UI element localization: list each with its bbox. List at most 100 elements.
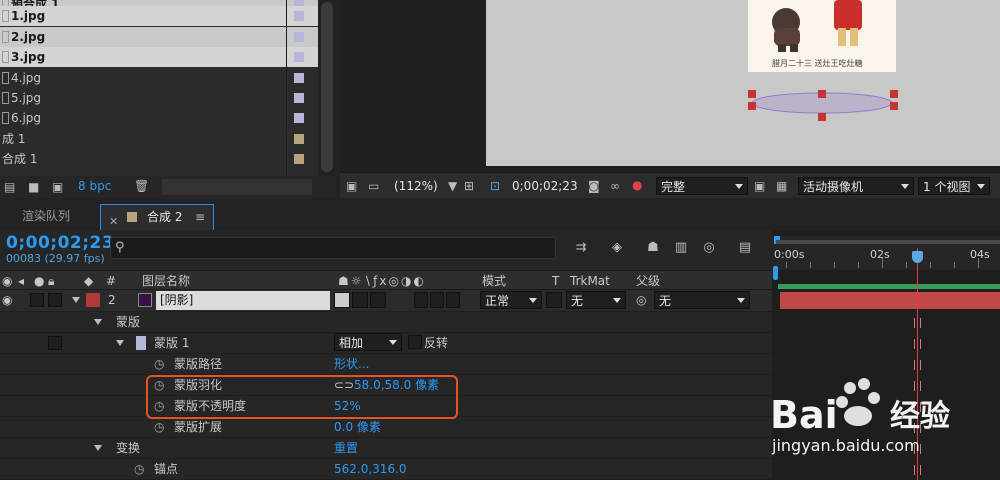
panel-menu-icon[interactable]: ≡ [195,205,205,229]
pickwhip-icon[interactable]: ◎ [636,293,646,308]
effect-switch[interactable] [414,292,428,308]
label-swatch[interactable] [294,73,304,83]
folder-icon[interactable]: ■ [28,180,39,194]
shy-layers-icon[interactable]: ☗ [644,240,662,256]
comp-flowchart-icon[interactable]: ⇉ [572,240,590,256]
eye-icon[interactable]: ◉ [2,293,12,308]
camera-icon[interactable]: ◙ [588,179,600,193]
mask-expansion-value[interactable]: 0.0 像素 [334,420,381,435]
new-comp-icon[interactable]: ▣ [52,180,63,194]
zoom-value[interactable]: (112%) [394,177,438,195]
shy-switch[interactable] [334,292,350,308]
invert-checkbox[interactable] [408,335,422,349]
audio-icon[interactable]: ◂ [18,273,24,289]
3d-switch[interactable] [446,292,460,308]
transform-row[interactable]: 变换 重置 [0,438,772,459]
graph-editor-icon[interactable]: ▤ [736,240,754,256]
label-swatch[interactable] [294,113,304,123]
project-item[interactable]: 6.jpg [0,108,318,128]
always-preview-icon[interactable]: ▣ [346,179,357,193]
timeline-search-input[interactable]: ⚲ [110,237,556,259]
project-item[interactable]: 合成 1 [0,149,318,169]
quality-switch[interactable] [370,292,386,308]
mask-vertex[interactable] [748,102,756,110]
frame-blending-icon[interactable]: ▥ [672,240,690,256]
stopwatch-icon[interactable]: ◷ [134,462,144,477]
viewer-timecode[interactable]: 0;00;02;23 [512,177,578,195]
expand-toggle[interactable] [94,445,102,451]
project-item[interactable]: 2.jpg [0,27,318,47]
project-item[interactable]: 4.jpg [0,68,318,88]
anchor-point-value[interactable]: 562.0,316.0 [334,462,407,477]
region-of-interest-icon[interactable]: ⊡ [490,179,500,193]
collapse-switch[interactable] [352,292,368,308]
mask-vertex[interactable] [890,90,898,98]
expand-layer-toggle[interactable] [72,297,80,303]
masks-group-row[interactable]: 蒙版 [0,312,772,333]
layer-mode-select[interactable]: 正常 [480,291,542,309]
layer-label-color[interactable] [86,293,100,307]
mask-vertex[interactable] [748,90,756,98]
monitor-icon[interactable]: ▭ [368,179,379,193]
time-navigator-handle[interactable] [773,266,778,280]
lock-icon[interactable]: 🔒︎ [48,273,54,289]
transparency-grid-icon[interactable]: ▦ [776,179,787,193]
project-item[interactable]: 5.jpg [0,88,318,108]
playhead-handle[interactable] [912,251,923,263]
layer-row[interactable]: ◉ 2 [阴影] 正常 无 ◎ 无 [0,290,772,312]
project-item[interactable]: 成 1 [0,129,318,149]
col-layer-name[interactable]: 图层名称 [142,273,190,289]
keyframe-marker[interactable] [914,360,921,370]
fast-preview-icon[interactable]: ▣ [754,179,765,193]
eye-icon[interactable]: ◉ [2,273,12,289]
anchor-point-row[interactable]: ◷ 锚点 562.0,316.0 [0,459,772,480]
lock-toggle[interactable] [48,293,62,307]
mask-expansion-row[interactable]: ◷ 蒙版扩展 0.0 像素 [0,417,772,438]
keyframe-marker[interactable] [914,318,921,328]
label-swatch[interactable] [294,93,304,103]
stopwatch-icon[interactable]: ◷ [154,420,164,435]
mask-color-swatch[interactable] [136,336,146,350]
channel-icon[interactable]: ∞ [610,179,620,193]
transform-reset-link[interactable]: 重置 [334,441,358,456]
trash-icon[interactable]: 🗑 [134,179,149,193]
motion-blur-switch[interactable] [430,292,444,308]
mask-vertex[interactable] [818,90,826,98]
work-area-bar[interactable] [776,240,1000,244]
interpret-footage-icon[interactable]: ▤ [4,180,15,194]
view-layout-select[interactable]: 1 个视图 [918,177,990,195]
mask-path-row[interactable]: ◷ 蒙版路径 形状... [0,354,772,375]
color-channels-icon[interactable]: ● [632,178,642,192]
label-swatch[interactable] [294,134,304,144]
label-swatch[interactable] [294,11,304,21]
solo-toggle[interactable] [30,293,44,307]
label-swatch[interactable] [294,154,304,164]
quality-select[interactable]: 完整 [656,177,748,195]
project-item[interactable]: 3.jpg [0,47,318,67]
motion-blur-icon[interactable]: ◎ [700,240,718,256]
trkmat-select[interactable]: 无 [566,291,626,309]
keyframe-marker[interactable] [914,339,921,349]
camera-select[interactable]: 活动摄像机 [798,177,914,195]
solo-icon[interactable]: ● [34,273,44,289]
project-scrollbar[interactable] [318,0,336,178]
draft-3d-icon[interactable]: ◈ [608,240,626,256]
label-icon[interactable]: ◆ [84,273,93,289]
label-swatch[interactable] [294,52,304,62]
mask-mode-select[interactable]: 相加 [334,333,402,351]
layer-duration-bar[interactable] [780,292,1000,309]
expand-toggle[interactable] [116,340,124,346]
timeline-timecode[interactable]: 0;00;02;23 [6,233,114,253]
preserve-transparency-toggle[interactable] [546,292,562,308]
mask-path-value[interactable]: 形状... [334,357,369,372]
mask-lock-toggle[interactable] [48,336,62,350]
grid-icon[interactable]: ⊞ [464,179,474,193]
bpc-button[interactable]: 8 bpc [78,179,111,193]
tab-composition[interactable]: ✕ 合成 2 ≡ [100,204,214,230]
stopwatch-icon[interactable]: ◷ [154,357,164,372]
chevron-down-icon[interactable]: ▼ [448,179,457,193]
scrollbar-thumb[interactable] [321,2,333,172]
project-item[interactable]: 1.jpg [0,6,318,26]
expand-toggle[interactable] [94,319,102,325]
mask-1-row[interactable]: 蒙版 1 相加 反转 [0,333,772,354]
